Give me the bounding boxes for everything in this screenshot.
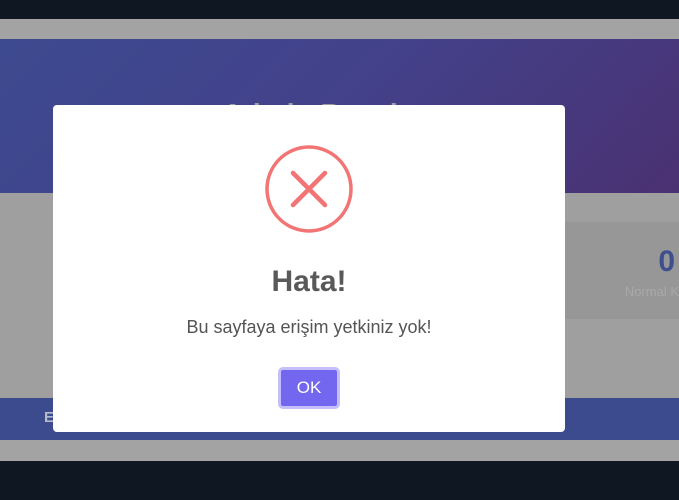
dialog-message: Bu sayfaya erişim yetkiniz yok! <box>186 317 432 337</box>
modal-overlay: Hata! Bu sayfaya erişim yetkiniz yok! OK <box>0 0 679 500</box>
error-dialog: Hata! Bu sayfaya erişim yetkiniz yok! OK <box>53 105 565 432</box>
dialog-title: Hata! <box>271 265 347 298</box>
error-x-icon <box>265 145 353 233</box>
ok-button[interactable]: OK <box>278 367 340 409</box>
